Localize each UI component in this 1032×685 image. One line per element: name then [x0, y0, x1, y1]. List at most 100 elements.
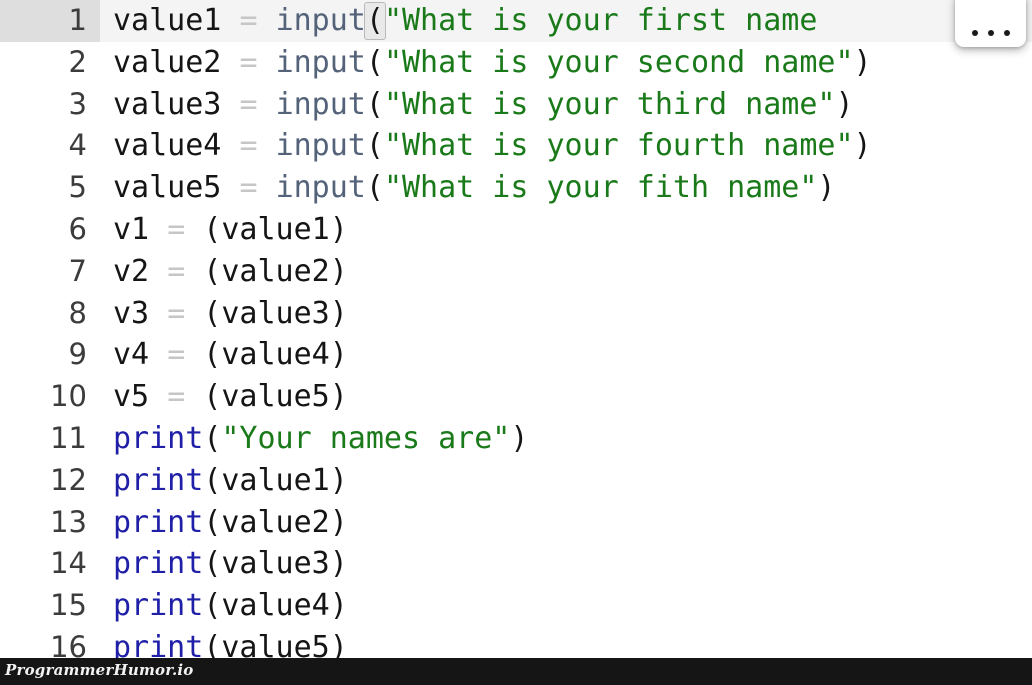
code-token: (value2) — [203, 504, 348, 540]
code-token: value4 — [113, 128, 240, 164]
code-token: print — [113, 504, 204, 540]
ellipsis-horizontal-icon[interactable] — [955, 0, 1026, 47]
code-token: ) — [853, 44, 872, 80]
code-line-content: value5 = input("What is your fith name") — [100, 167, 1032, 209]
code-line-content: print(value4) — [100, 585, 1032, 627]
line-number: 2 — [68, 44, 87, 79]
code-token: (value1) — [185, 211, 348, 247]
code-token: input — [275, 3, 366, 38]
code-line-content: value1 = input("What is your first name — [100, 0, 1032, 42]
code-line-content: v1 = (value1) — [100, 209, 1032, 251]
code-token: v3 — [113, 295, 168, 331]
code-token: ( — [365, 44, 384, 80]
line-number: 6 — [68, 211, 87, 246]
code-token: "What is your fith name" — [383, 170, 818, 206]
code-token: ) — [510, 420, 529, 456]
code-token: value2 — [113, 44, 240, 80]
code-token: (value5) — [203, 629, 348, 658]
code-line[interactable]: 2 value2 = input("What is your second nam… — [0, 42, 1032, 84]
code-token: = — [239, 86, 258, 122]
code-line-content: value4 = input("What is your fourth name… — [100, 125, 1032, 167]
code-line[interactable]: 14 print(value3) — [0, 543, 1032, 585]
code-token: (value1) — [203, 462, 348, 498]
code-line-content: v2 = (value2) — [100, 251, 1032, 293]
code-token: "What is your third name" — [383, 86, 836, 122]
line-number: 8 — [68, 295, 87, 330]
code-token: (value2) — [185, 253, 348, 289]
code-line[interactable]: 6 v1 = (value1) — [0, 209, 1032, 251]
code-line[interactable]: 13 print(value2) — [0, 502, 1032, 544]
code-token: value3 — [113, 86, 240, 122]
line-number: 5 — [68, 170, 87, 205]
code-line-content: v3 = (value3) — [100, 293, 1032, 335]
code-line[interactable]: 15 print(value4) — [0, 585, 1032, 627]
code-line[interactable]: 7 v2 = (value2) — [0, 251, 1032, 293]
code-token: (value4) — [185, 337, 348, 373]
code-token: input — [275, 170, 366, 206]
line-number: 13 — [50, 504, 87, 539]
line-number: 1 — [0, 0, 100, 42]
line-number: 9 — [68, 337, 87, 372]
code-token: (value5) — [185, 379, 348, 415]
code-token: input — [275, 128, 366, 164]
code-token: = — [239, 128, 258, 164]
code-token: v4 — [113, 337, 168, 373]
code-line[interactable]: 9 v4 = (value4) — [0, 334, 1032, 376]
code-editor[interactable]: 1 value1 = input("What is your first name… — [0, 0, 1032, 658]
code-line[interactable]: 4 value4 = input("What is your fourth nam… — [0, 125, 1032, 167]
code-line-content: print(value3) — [100, 543, 1032, 585]
code-line-list: 1 value1 = input("What is your first name… — [0, 0, 1032, 658]
code-line[interactable]: 8 v3 = (value3) — [0, 293, 1032, 335]
code-token: v1 — [113, 211, 168, 247]
line-number: 15 — [50, 588, 87, 623]
code-token: input — [275, 44, 366, 80]
code-token: ( — [203, 420, 222, 456]
code-line-content: print(value2) — [100, 502, 1032, 544]
code-token: "Your names are" — [221, 420, 511, 456]
watermark-bar: ProgrammerHumor.io — [0, 658, 1032, 685]
line-number: 4 — [68, 128, 87, 163]
code-line[interactable]: 5 value5 = input("What is your fith name"… — [0, 167, 1032, 209]
line-number: 16 — [50, 629, 87, 658]
code-token: (value3) — [185, 295, 348, 331]
code-line-content: v5 = (value5) — [100, 376, 1032, 418]
code-token: (value4) — [203, 588, 348, 624]
code-token: = — [239, 170, 258, 206]
code-token: ( — [365, 170, 384, 206]
code-line[interactable]: 10 v5 = (value5) — [0, 376, 1032, 418]
code-token: ) — [835, 86, 854, 122]
code-token: print — [113, 588, 204, 624]
code-line-content: print(value1) — [100, 460, 1032, 502]
ellipsis-dot — [1003, 30, 1010, 36]
code-token: ( — [365, 86, 384, 122]
code-line-content: value3 = input("What is your third name"… — [100, 84, 1032, 126]
code-line-content: print("Your names are") — [100, 418, 1032, 460]
code-line[interactable]: 16 print(value5) — [0, 627, 1032, 658]
code-token: = — [167, 211, 186, 247]
code-line[interactable]: 11 print("Your names are") — [0, 418, 1032, 460]
code-token: = — [167, 379, 186, 415]
code-line-content: v4 = (value4) — [100, 334, 1032, 376]
code-token: value1 — [113, 3, 240, 38]
watermark-text: ProgrammerHumor.io — [5, 661, 194, 679]
ellipsis-dot — [987, 30, 994, 36]
ellipsis-dot — [971, 30, 978, 36]
line-number: 7 — [68, 253, 87, 288]
code-token: "What is your first name — [383, 3, 818, 38]
code-token: v2 — [113, 253, 168, 289]
code-line[interactable]: 1 value1 = input("What is your first name — [0, 0, 1032, 42]
code-token: ) — [817, 170, 836, 206]
code-token: = — [239, 3, 258, 38]
code-line-content: value2 = input("What is your second name… — [100, 42, 1032, 84]
code-token: ) — [853, 128, 872, 164]
code-token: (value3) — [203, 546, 348, 582]
code-line[interactable]: 12 print(value1) — [0, 460, 1032, 502]
code-token: v5 — [113, 379, 168, 415]
code-line[interactable]: 3 value3 = input("What is your third name… — [0, 84, 1032, 126]
code-token: print — [113, 546, 204, 582]
code-line-content: print(value5) — [100, 627, 1032, 658]
